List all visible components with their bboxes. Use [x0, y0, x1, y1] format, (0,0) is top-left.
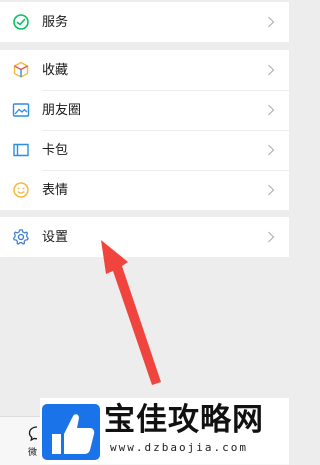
favorites-icon [13, 61, 29, 78]
chevron-right-icon [268, 104, 275, 116]
service-icon [13, 14, 29, 30]
sticker-icon [13, 182, 29, 198]
menu-item-label: 服务 [42, 14, 69, 29]
menu-item-moments[interactable]: 朋友圈 [0, 90, 289, 130]
tab-label: 微 [28, 447, 38, 457]
watermark-url: www.dzbaojia.com [110, 441, 248, 454]
chevron-right-icon [268, 184, 275, 196]
menu-group-service: 服务 [0, 2, 289, 42]
menu-item-label: 设置 [42, 229, 69, 244]
menu-item-favorites[interactable]: 收藏 [0, 50, 289, 90]
menu-item-label: 表情 [42, 182, 69, 197]
card-wallet-icon [13, 143, 29, 157]
watermark-title: 宝佳攻略网 [104, 402, 264, 438]
menu-group-settings: 设置 [0, 217, 289, 257]
thumbs-up-logo [42, 404, 100, 460]
chevron-right-icon [268, 144, 275, 156]
settings-icon [13, 229, 29, 245]
chevron-right-icon [268, 64, 275, 76]
chevron-right-icon [268, 16, 275, 28]
menu-item-service[interactable]: 服务 [0, 2, 289, 42]
menu-item-label: 卡包 [42, 142, 69, 157]
chevron-right-icon [268, 231, 275, 243]
menu-item-label: 朋友圈 [42, 102, 82, 117]
moments-icon [12, 103, 30, 117]
menu-item-label: 收藏 [42, 62, 69, 77]
menu-group-main: 收藏 朋友圈 卡包 表情 [0, 50, 289, 210]
watermark: 宝佳攻略网 www.dzbaojia.com [40, 398, 289, 464]
menu-item-settings[interactable]: 设置 [0, 217, 289, 257]
menu-item-stickers[interactable]: 表情 [0, 170, 289, 210]
menu-item-card-wallet[interactable]: 卡包 [0, 130, 289, 170]
